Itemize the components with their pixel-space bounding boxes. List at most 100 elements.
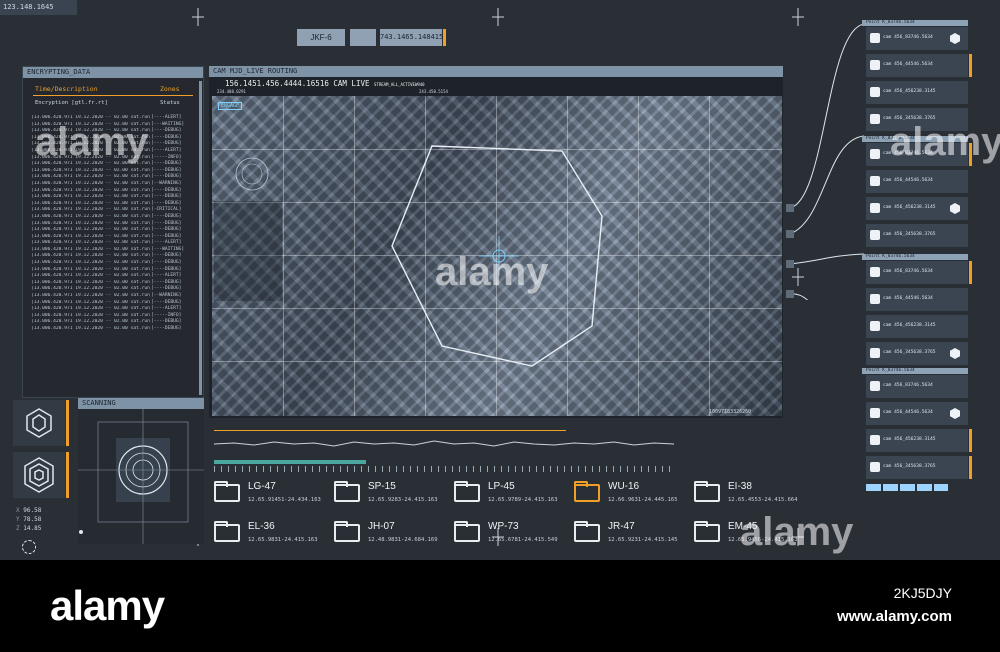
cam-label: cam 456_83746.5634 xyxy=(883,35,933,40)
folder-name: WU-16 xyxy=(608,481,640,492)
log-row-status: [----DEBUG] xyxy=(151,128,182,134)
cam-checkbox[interactable] xyxy=(870,462,880,472)
tab-jkf[interactable]: JKF-6 xyxy=(297,29,345,46)
hex-box-2-accent xyxy=(66,452,69,498)
cam-row[interactable]: cam 456_44546.5634 xyxy=(866,402,968,425)
log-row-time: [13.006.420.971 19.12.2020 -- 02.00 sat.… xyxy=(31,266,151,272)
folder-icon xyxy=(454,481,480,502)
cam-row[interactable]: cam 456_456238.3145 xyxy=(866,315,968,338)
log-row-status: [----DEBUG] xyxy=(151,227,182,233)
log-row-status: [----ALERT] xyxy=(151,306,182,312)
hex-box-1[interactable] xyxy=(13,400,65,446)
cam-checkbox[interactable] xyxy=(870,149,880,159)
tab-accent xyxy=(443,29,446,46)
folder-name: JH-07 xyxy=(368,521,395,532)
engage-button[interactable]: ENGAGE xyxy=(218,102,243,110)
folder-icon xyxy=(694,481,720,502)
cam-checkbox[interactable] xyxy=(870,408,880,418)
folder-item[interactable]: LP-45 12.65.9789-24.415.163 xyxy=(454,481,574,518)
log-row-time: [13.006.420.971 19.12.2020 -- 02.00 sat.… xyxy=(31,246,151,252)
folder-item[interactable]: LG-47 12.65.91451-24.434.163 xyxy=(214,481,334,518)
log-row-time: [13.006.420.971 19.12.2020 -- 02.00 sat.… xyxy=(31,253,151,259)
folder-item[interactable]: WU-16 12.66.9631-24.445.165 xyxy=(574,481,694,518)
cam-label: cam 456_44546.5634 xyxy=(883,62,933,67)
log-row-time: [13.006.420.971 19.12.2020 -- 02.00 sat.… xyxy=(31,194,151,200)
folder-item[interactable]: JR-47 12.65.9231-24.415.145 xyxy=(574,521,694,558)
folder-item[interactable]: EL-36 12.65.9831-24.415.163 xyxy=(214,521,334,558)
cam-checkbox[interactable] xyxy=(870,381,880,391)
log-divider xyxy=(33,95,193,96)
cam-checkbox[interactable] xyxy=(870,203,880,213)
tab-blank[interactable] xyxy=(350,29,376,46)
folder-coord: 12.65.6781-24.415.549 xyxy=(488,537,558,543)
hexagon-icon xyxy=(950,348,960,359)
cam-row[interactable]: cam 456_456238.3145 xyxy=(866,197,968,220)
cam-row[interactable]: cam 456_345638.3765 xyxy=(866,456,972,479)
cam-checkbox[interactable] xyxy=(870,267,880,277)
cam-label: cam 456_44546.5634 xyxy=(883,178,933,183)
hexagon-icon xyxy=(950,33,960,44)
folder-name: JR-47 xyxy=(608,521,635,532)
log-row-time: [13.006.420.971 19.12.2020 -- 02.00 sat.… xyxy=(31,187,151,193)
cam-checkbox[interactable] xyxy=(870,33,880,43)
log-col-time: Time/Description xyxy=(35,85,98,93)
folder-item[interactable]: JH-07 12.48.9831-24.684.169 xyxy=(334,521,454,558)
folder-icon xyxy=(334,481,360,502)
log-row-time: [13.006.420.971 19.12.2020 -- 02.00 sat.… xyxy=(31,319,151,325)
cam-row[interactable]: cam 456_44546.5634 xyxy=(866,54,972,77)
folder-coord: 12.65.9789-24.415.163 xyxy=(488,497,558,503)
cam-row[interactable]: cam 456_44546.5634 xyxy=(866,170,968,193)
cam-accent-bar xyxy=(969,456,972,479)
log-row: [13.006.420.971 19.12.2020 -- 02.00 sat.… xyxy=(31,207,197,214)
log-row-time: [13.006.420.971 19.12.2020 -- 02.00 sat.… xyxy=(31,326,151,331)
encryption-log-panel: ENCRYPTING_DATA Time/Description Zones E… xyxy=(22,66,204,398)
log-row-status: [----DEBUG] xyxy=(151,174,182,180)
log-row: [13.006.420.971 19.12.2020 -- 02.00 sat.… xyxy=(31,240,197,247)
log-row-time: [13.006.420.971 19.12.2020 -- 02.00 sat.… xyxy=(31,286,151,292)
folder-item[interactable]: SP-15 12.65.9283-24.415.163 xyxy=(334,481,454,518)
cam-checkbox[interactable] xyxy=(870,435,880,445)
cam-label: cam 456_345638.3765 xyxy=(883,232,936,237)
tab-code[interactable]: 743.1465.148415 xyxy=(380,29,443,46)
folder-coord: 12.48.9831-24.684.169 xyxy=(368,537,438,543)
cam-row[interactable]: cam 456_456238.3145 xyxy=(866,81,968,104)
folder-coord: 12.66.9631-24.445.165 xyxy=(608,497,678,503)
footer-logo: alamy xyxy=(50,582,165,629)
cam-checkbox[interactable] xyxy=(870,60,880,70)
camera-title: CAM MJD_LIVE ROUTING xyxy=(209,66,783,77)
cam-checkbox[interactable] xyxy=(870,230,880,240)
cam-checkbox[interactable] xyxy=(870,321,880,331)
log-row-status: [----ALERT] xyxy=(151,240,182,246)
log-row: [13.006.420.971 19.12.2020 -- 02.00 sat.… xyxy=(31,293,197,300)
cam-row[interactable]: cam 456_456238.3145 xyxy=(866,429,972,452)
cam-checkbox[interactable] xyxy=(870,348,880,358)
folder-icon xyxy=(694,521,720,542)
log-col-zones: Zones xyxy=(160,85,180,93)
hex-box-2[interactable] xyxy=(13,452,65,498)
cam-checkbox[interactable] xyxy=(870,176,880,186)
cam-row[interactable]: cam 456_345638.3765 xyxy=(866,342,968,365)
log-row-status: [--WARNING] xyxy=(151,293,182,299)
cam-row[interactable]: cam 456_44546.5634 xyxy=(866,288,968,311)
folder-item[interactable]: WP-73 12.65.6781-24.415.549 xyxy=(454,521,574,558)
log-row-status: [----DEBUG] xyxy=(151,260,182,266)
cam-checkbox[interactable] xyxy=(870,114,880,124)
folder-icon xyxy=(574,481,600,502)
readout-y: Y 78.58 xyxy=(16,516,42,523)
log-row-time: [13.006.420.971 19.12.2020 -- 02.00 sat.… xyxy=(31,167,151,173)
cam-row[interactable]: cam 456_83746.5634 xyxy=(866,375,968,398)
log-row-time: [13.006.420.971 19.12.2020 -- 02.00 sat.… xyxy=(31,306,151,312)
cam-checkbox[interactable] xyxy=(870,294,880,304)
timeline-ticks[interactable] xyxy=(214,466,674,472)
cam-row[interactable]: cam 456_345638.3765 xyxy=(866,224,968,247)
cam-checkbox[interactable] xyxy=(870,87,880,97)
log-sub-encryption: Encryption [gtl.fr.rt] xyxy=(35,100,108,106)
log-row: [13.006.420.971 19.12.2020 -- 02.00 sat.… xyxy=(31,174,197,181)
hexagon-icon xyxy=(26,408,52,438)
cam-row[interactable]: cam 456_83746.5634 xyxy=(866,261,972,284)
radar-icon xyxy=(78,408,204,544)
log-scrollbar[interactable] xyxy=(199,81,202,395)
cam-label: cam 456_44546.5634 xyxy=(883,296,933,301)
log-row-time: [13.006.420.971 19.12.2020 -- 02.00 sat.… xyxy=(31,207,151,213)
cam-row[interactable]: cam 456_83746.5634 xyxy=(866,27,968,50)
